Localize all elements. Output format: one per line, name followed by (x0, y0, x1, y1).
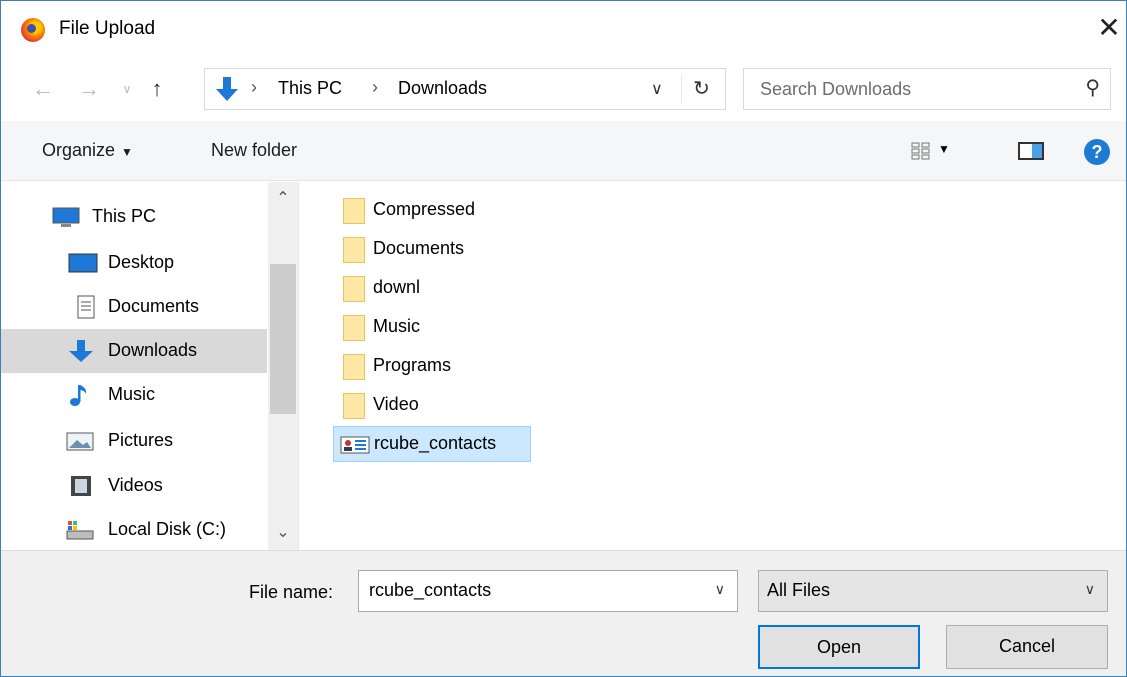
sidebar-item-documents[interactable]: Documents (1, 285, 267, 329)
refresh-icon[interactable]: ↻ (681, 75, 721, 103)
sidebar-item-downloads[interactable]: Downloads (1, 329, 267, 373)
new-folder-button[interactable]: New folder (211, 140, 297, 161)
sidebar-item-music[interactable]: Music (1, 373, 267, 417)
open-button[interactable]: Open (758, 625, 920, 669)
sidebar-item-local-disk[interactable]: Local Disk (C:) (1, 508, 267, 550)
sidebar-item-pictures[interactable]: Pictures (1, 419, 267, 463)
breadcrumb-downloads[interactable]: Downloads (398, 78, 487, 99)
breadcrumb-this-pc[interactable]: This PC (278, 78, 342, 99)
forward-arrow-icon[interactable]: → (77, 75, 101, 103)
sidebar-item-label: This PC (92, 206, 157, 226)
cancel-button[interactable]: Cancel (946, 625, 1108, 669)
documents-icon (77, 295, 95, 319)
firefox-icon (21, 18, 45, 42)
sidebar-item-label: Videos (108, 475, 163, 495)
sidebar-item-label: Documents (108, 296, 200, 316)
search-icon[interactable]: ⚲ (1085, 75, 1100, 100)
window-title: File Upload (59, 18, 156, 39)
scroll-down-icon[interactable]: ⌄ (268, 522, 298, 542)
navigation-bar: ← → ∨ ↑ › This PC › Downloads ∨ ↻ Search… (1, 59, 1126, 119)
breadcrumb-separator-icon: › (372, 77, 378, 97)
file-list: Compressed Documents downl Music Program… (299, 182, 1126, 550)
search-placeholder: Search Downloads (760, 79, 912, 99)
folder-icon (343, 198, 365, 224)
file-name-combobox[interactable]: ∨ (358, 570, 738, 612)
file-name: Video (373, 394, 419, 414)
sidebar-item-this-pc[interactable]: This PC (1, 195, 267, 239)
close-icon[interactable]: ✕ (1091, 11, 1127, 47)
folder-icon (343, 276, 365, 302)
downloads-icon (69, 340, 93, 362)
file-name: Documents (373, 238, 465, 258)
navigation-scrollbar[interactable]: ⌃ ⌄ (268, 182, 298, 550)
change-view-icon[interactable] (911, 141, 931, 161)
breadcrumb-separator-icon: › (251, 77, 257, 97)
scroll-thumb[interactable] (270, 264, 296, 414)
desktop-icon (68, 253, 98, 273)
folder-icon (343, 237, 365, 263)
sidebar-item-label: Pictures (108, 430, 174, 450)
file-name-dropdown-chevron-icon[interactable]: ∨ (715, 581, 725, 598)
sidebar-item-desktop[interactable]: Desktop (1, 241, 267, 285)
title-bar: File Upload ✕ (1, 1, 1126, 59)
navigation-pane: This PC Desktop Documents Downloads Musi… (1, 182, 299, 550)
list-item[interactable]: downl (333, 271, 533, 307)
command-bar: Organize ▼ New folder ▼ ? (1, 121, 1126, 181)
caret-down-icon: ▼ (121, 145, 133, 159)
file-type-value: All Files (767, 580, 831, 600)
file-upload-dialog: File Upload ✕ ← → ∨ ↑ › This PC › Downlo… (0, 0, 1127, 677)
file-selection-pane: File name: ∨ All Files ∨ Open Cancel (1, 550, 1126, 676)
list-item[interactable]: Music (333, 310, 533, 346)
contact-card-icon (340, 436, 370, 454)
sidebar-item-label: Local Disk (C:) (108, 519, 227, 539)
list-item[interactable]: Compressed (333, 193, 533, 229)
pictures-icon (66, 432, 94, 451)
organize-button[interactable]: Organize ▼ (42, 140, 133, 161)
sidebar-item-label: Desktop (108, 252, 175, 272)
search-box[interactable]: Search Downloads ⚲ (743, 68, 1111, 110)
list-item[interactable]: rcube_contacts (333, 426, 531, 462)
help-icon[interactable]: ? (1084, 139, 1110, 165)
file-name: Programs (373, 355, 452, 375)
folder-icon (343, 315, 365, 341)
file-type-chevron-icon: ∨ (1084, 581, 1095, 597)
sidebar-item-videos[interactable]: Videos (1, 464, 267, 508)
back-arrow-icon[interactable]: ← (31, 75, 55, 103)
file-type-select[interactable]: All Files ∨ (758, 570, 1108, 612)
file-name: rcube_contacts (374, 433, 497, 453)
music-icon (70, 385, 87, 406)
list-item[interactable]: Video (333, 388, 533, 424)
drive-icon (66, 521, 94, 540)
sidebar-item-label: Music (108, 384, 156, 404)
address-bar[interactable]: › This PC › Downloads ∨ ↻ (204, 68, 726, 110)
computer-icon (52, 207, 80, 227)
organize-label: Organize (42, 140, 116, 160)
folder-icon (343, 354, 365, 380)
up-arrow-icon[interactable]: ↑ (145, 75, 169, 103)
downloads-arrow-icon (216, 77, 238, 101)
file-name-field[interactable] (359, 571, 679, 609)
file-name: Compressed (373, 199, 476, 219)
file-name: downl (373, 277, 421, 297)
file-name: Music (373, 316, 421, 336)
scroll-up-icon[interactable]: ⌃ (268, 188, 298, 208)
list-item[interactable]: Programs (333, 349, 533, 385)
address-dropdown-chevron-icon[interactable]: ∨ (651, 79, 663, 99)
file-name-label: File name: (249, 582, 334, 602)
list-item[interactable]: Documents (333, 232, 533, 268)
folder-icon (343, 393, 365, 419)
sidebar-item-label: Downloads (108, 340, 198, 360)
videos-icon (71, 476, 91, 496)
view-options-caret-icon[interactable]: ▼ (938, 142, 950, 156)
preview-pane-icon[interactable] (1018, 142, 1044, 160)
recent-locations-chevron-icon[interactable]: ∨ (115, 75, 139, 103)
